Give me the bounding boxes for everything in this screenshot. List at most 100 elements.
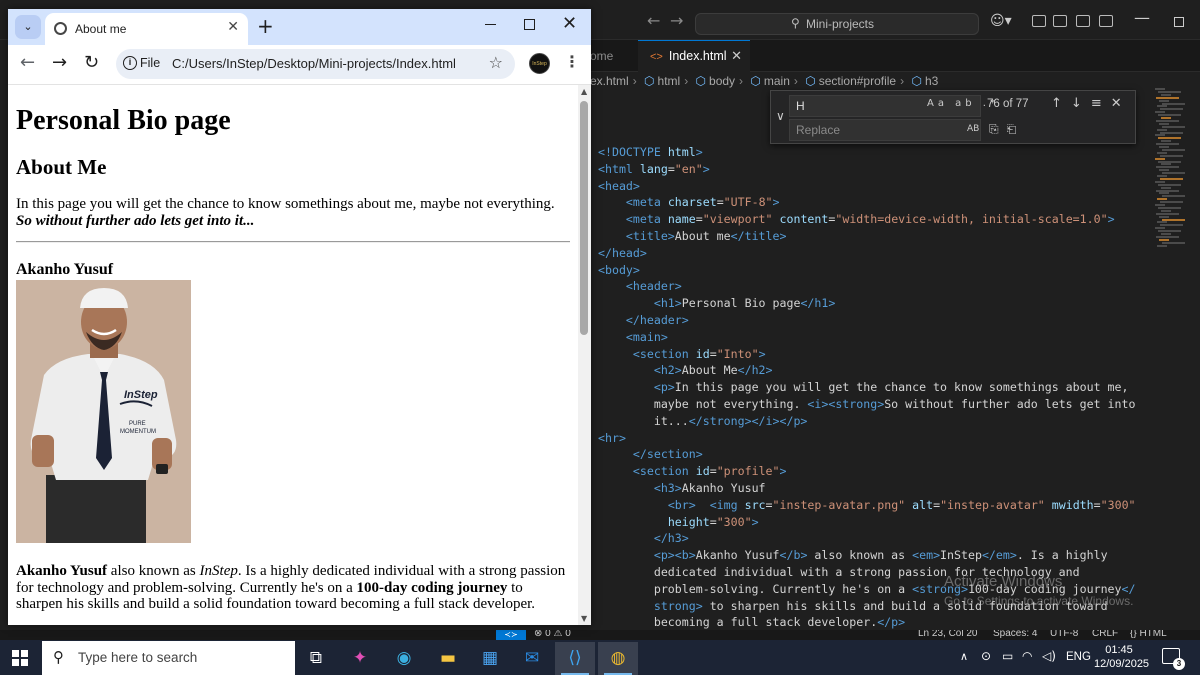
back-arrow-icon[interactable]: ← xyxy=(647,11,660,30)
code-line[interactable]: <!DOCTYPE html> xyxy=(598,144,1148,161)
code-line[interactable]: </h3> xyxy=(598,530,1148,547)
edge-icon[interactable]: ◉ xyxy=(384,642,424,675)
url-text[interactable]: C:/Users/InStep/Desktop/Mini-projects/In… xyxy=(172,56,456,71)
command-center-search[interactable]: ⚲ Mini-projects xyxy=(695,13,979,35)
tab-about-me[interactable]: About me ✕ xyxy=(45,13,248,45)
code-line[interactable]: <h2>About Me</h2> xyxy=(598,362,1148,379)
code-line[interactable]: <title>About me</title> xyxy=(598,228,1148,245)
code-line[interactable]: </section> xyxy=(598,446,1148,463)
code-line[interactable]: becoming a full stack developer.</p> xyxy=(598,614,1148,630)
microsoft-store-icon[interactable]: ▦ xyxy=(470,642,510,675)
code-line[interactable]: <body> xyxy=(598,262,1148,279)
profile-avatar[interactable]: InStep xyxy=(529,53,550,74)
chrome-icon[interactable]: ◍ xyxy=(598,642,638,675)
location-icon[interactable]: ⊙ xyxy=(981,649,991,663)
customize-layout-icon[interactable] xyxy=(1032,15,1046,27)
chrome-maximize-button[interactable] xyxy=(524,19,535,30)
file-explorer-icon[interactable]: ▬ xyxy=(428,642,468,675)
code-line[interactable]: <h1>Personal Bio page</h1> xyxy=(598,295,1148,312)
code-line[interactable]: <html lang="en"> xyxy=(598,161,1148,178)
battery-icon[interactable]: ▭ xyxy=(1002,649,1013,663)
status-indentation[interactable]: Spaces: 4 xyxy=(993,630,1037,639)
close-icon[interactable]: ✕ xyxy=(731,48,742,64)
status-encoding[interactable]: UTF-8 xyxy=(1050,630,1078,639)
task-view-icon[interactable]: ⧉ xyxy=(296,642,336,675)
vscode-minimize-button[interactable]: — xyxy=(1134,8,1150,27)
outlook-icon[interactable]: ✉ xyxy=(512,642,552,675)
code-line[interactable]: <header> xyxy=(598,278,1148,295)
scrollbar-thumb[interactable] xyxy=(580,101,588,335)
replace-icon[interactable]: ⎘ xyxy=(989,122,1007,136)
code-line[interactable]: </header> xyxy=(598,312,1148,329)
chrome-close-button[interactable]: ✕ xyxy=(562,13,577,34)
code-line[interactable]: <hr> xyxy=(598,430,1148,447)
tab-index-html[interactable]: <> Index.html ✕ xyxy=(638,40,750,72)
page-scrollbar[interactable]: ▲ ▼ xyxy=(578,85,591,625)
forward-arrow-icon[interactable]: → xyxy=(52,52,67,73)
tab-home[interactable]: ome xyxy=(590,40,638,72)
code-line[interactable]: <meta name="viewport" content="width=dev… xyxy=(598,211,1148,228)
taskbar-search-box[interactable]: ⚲ Type here to search xyxy=(42,641,295,675)
status-language[interactable]: {} HTML xyxy=(1130,630,1167,639)
code-line[interactable]: height="300"> xyxy=(598,514,1148,531)
code-line[interactable]: it...</strong></i></p> xyxy=(598,413,1148,430)
close-icon[interactable]: ✕ xyxy=(227,19,239,35)
toggle-sidebar-icon[interactable] xyxy=(1053,15,1067,27)
breadcrumb-item[interactable]: h3 xyxy=(925,74,938,88)
chrome-minimize-button[interactable] xyxy=(485,24,496,25)
code-line[interactable]: </head> xyxy=(598,245,1148,262)
find-in-selection-icon[interactable]: ≡ xyxy=(1091,96,1111,111)
status-cursor-position[interactable]: Ln 23, Col 20 xyxy=(918,630,978,639)
code-line[interactable]: dedicated individual with a strong passi… xyxy=(598,564,1148,581)
copilot-icon[interactable]: ☺▾ xyxy=(990,13,1012,29)
windows-start-icon[interactable] xyxy=(12,650,28,666)
copilot-icon[interactable]: ✦ xyxy=(340,642,380,675)
toggle-secondary-sidebar-icon[interactable] xyxy=(1099,15,1113,27)
code-line[interactable]: maybe not everything. <i><strong>So with… xyxy=(598,396,1148,413)
minimap[interactable] xyxy=(1155,88,1195,248)
code-line[interactable]: <p>In this page you will get the chance … xyxy=(598,379,1148,396)
remote-indicator-icon[interactable]: ≺≻ xyxy=(496,630,526,640)
breadcrumb-item[interactable]: main xyxy=(764,74,790,88)
preserve-case-toggle[interactable]: AB xyxy=(967,124,979,134)
code-line[interactable]: <section id="profile"> xyxy=(598,463,1148,480)
previous-match-icon[interactable]: ↑ xyxy=(1051,96,1071,111)
next-match-icon[interactable]: ↓ xyxy=(1071,96,1091,111)
breadcrumb-item[interactable]: body xyxy=(709,74,735,88)
toggle-panel-icon[interactable] xyxy=(1076,15,1090,27)
bookmark-star-icon[interactable]: ☆ xyxy=(489,53,503,72)
code-line[interactable]: <h3>Akanho Yusuf xyxy=(598,480,1148,497)
scroll-up-arrow-icon[interactable]: ▲ xyxy=(581,87,587,96)
taskbar-clock[interactable]: 01:45 12/09/2025 xyxy=(1094,643,1149,671)
code-line[interactable]: <section id="Into"> xyxy=(598,346,1148,363)
scroll-down-arrow-icon[interactable]: ▼ xyxy=(581,614,587,623)
breadcrumb-item[interactable]: section#profile xyxy=(819,74,896,88)
vscode-icon[interactable]: ⟨⟩ xyxy=(555,642,595,675)
input-language-indicator[interactable]: ENG xyxy=(1066,651,1091,663)
address-bar[interactable]: i File C:/Users/InStep/Desktop/Mini-proj… xyxy=(116,49,515,79)
reload-icon[interactable]: ↻ xyxy=(84,52,99,73)
tab-search-button[interactable]: ⌄ xyxy=(15,15,41,39)
volume-icon[interactable]: ◁) xyxy=(1042,649,1056,663)
vscode-restore-button[interactable] xyxy=(1174,17,1184,27)
status-problems[interactable]: ⊗ 0 ⚠ 0 xyxy=(534,630,571,639)
kebab-menu-icon[interactable]: ⋮ xyxy=(564,52,580,71)
network-icon[interactable]: ◠ xyxy=(1022,649,1032,663)
breadcrumb-item[interactable]: html xyxy=(658,74,681,88)
code-editor[interactable]: <!DOCTYPE html> <html lang="en"> <head> <m… xyxy=(598,144,1148,630)
breadcrumb-item[interactable]: ex.html xyxy=(590,74,629,88)
code-line[interactable]: <head> xyxy=(598,178,1148,195)
new-tab-plus-icon[interactable]: + xyxy=(257,14,274,38)
code-line[interactable]: <main> xyxy=(598,329,1148,346)
forward-arrow-icon[interactable]: → xyxy=(670,11,683,30)
toggle-replace-chevron-icon[interactable]: ∨ xyxy=(776,109,785,123)
code-line[interactable]: <meta charset="UTF-8"> xyxy=(598,194,1148,211)
code-line[interactable]: <br> <img src="instep-avatar.png" alt="i… xyxy=(598,497,1148,514)
close-find-icon[interactable]: ✕ xyxy=(1111,96,1131,111)
code-line[interactable]: <p><b>Akanho Yusuf</b> also known as <em… xyxy=(598,547,1148,564)
show-hidden-icons-chevron-icon[interactable]: ∧ xyxy=(960,650,968,663)
site-info-icon[interactable]: i xyxy=(123,56,137,70)
replace-all-icon[interactable]: ⎗ xyxy=(1007,122,1025,136)
back-arrow-icon[interactable]: ← xyxy=(20,52,35,73)
status-eol[interactable]: CRLF xyxy=(1092,630,1118,639)
